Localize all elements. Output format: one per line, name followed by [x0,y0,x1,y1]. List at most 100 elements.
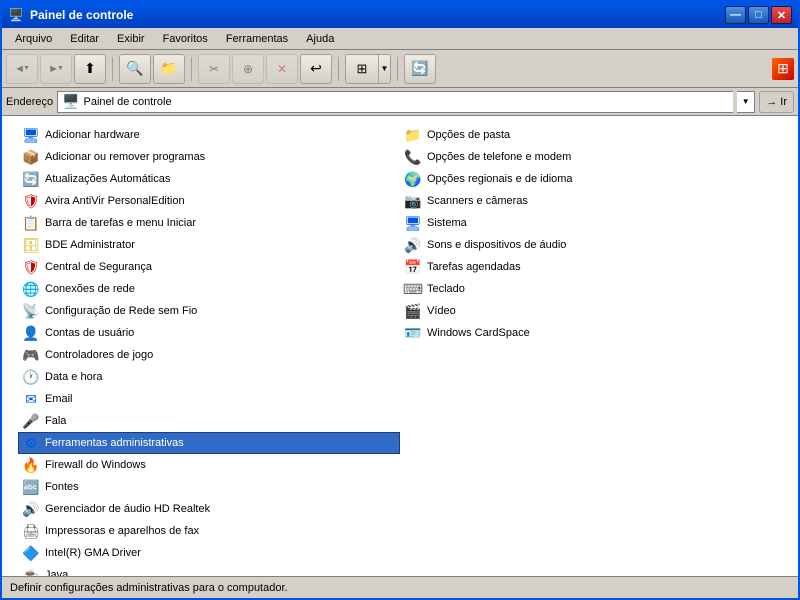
list-item-avira[interactable]: 🛡 Avira AntiVir PersonalEdition [18,190,400,212]
list-item-atualizacoes[interactable]: 🔄 Atualizações Automáticas [18,168,400,190]
list-item-config-rede-sem-fio[interactable]: 📡Configuração de Rede sem Fio [18,300,400,322]
titlebar: 🖥️ Painel de controle ― □ ✕ [2,2,798,28]
list-item-impressoras[interactable]: 🖨Impressoras e aparelhos de fax [18,520,400,542]
item-label-config-rede-sem-fio: Configuração de Rede sem Fio [45,305,197,317]
list-item-opcoes-telefone[interactable]: 📞Opções de telefone e modem [400,146,782,168]
titlebar-buttons: ― □ ✕ [725,6,792,24]
folders-button[interactable]: 📁 [153,54,185,84]
item-icon-atualizacoes: 🔄 [23,171,39,187]
item-label-java: Java [45,569,68,576]
views-dropdown[interactable]: ⊞ ▼ [345,54,391,84]
item-icon-controladores-jogo: 🎮 [23,347,39,363]
list-item-gerenciador-audio[interactable]: 🔊Gerenciador de áudio HD Realtek [18,498,400,520]
address-dropdown[interactable]: ▼ [737,91,755,113]
list-item-adicionar-hardware[interactable]: 🖥Adicionar hardware [18,124,400,146]
list-item-tarefas-agendadas[interactable]: 📅 Tarefas agendadas [400,256,782,278]
item-label-atualizacoes: Atualizações Automáticas [45,173,170,185]
address-value: Painel de controle [84,96,730,108]
main-window: 🖥️ Painel de controle ― □ ✕ Arquivo Edit… [0,0,800,600]
menu-editar[interactable]: Editar [61,30,108,48]
sep1 [112,57,113,81]
item-label-teclado: Teclado [427,283,465,295]
item-icon-scanners-cameras: 📷 [405,193,421,209]
menubar: Arquivo Editar Exibir Favoritos Ferramen… [2,28,798,50]
minimize-button[interactable]: ― [725,6,746,24]
views-arrow[interactable]: ▼ [378,54,390,84]
item-label-tarefas-agendadas: Tarefas agendadas [427,261,521,273]
item-label-opcoes-pasta: Opções de pasta [427,129,510,141]
list-item-opcoes-regionais[interactable]: 🌍Opções regionais e de idioma [400,168,782,190]
list-item-email[interactable]: ✉Email [18,388,400,410]
list-item-fala[interactable]: 🎤Fala [18,410,400,432]
list-item-scanners-cameras[interactable]: 📷Scanners e câmeras [400,190,782,212]
item-icon-video: 🎬 [405,303,421,319]
list-item-barra-tarefas[interactable]: 📋Barra de tarefas e menu Iniciar [18,212,400,234]
refresh-button[interactable]: 🔄 [404,54,436,84]
item-label-controladores-jogo: Controladores de jogo [45,349,153,361]
move-button[interactable]: ✂ [198,54,230,84]
views-icon: ⊞ [346,54,378,84]
go-button[interactable]: → Ir [759,91,794,113]
list-item-contas-usuario[interactable]: 👤Contas de usuário [18,322,400,344]
window-title: Painel de controle [30,8,725,22]
item-icon-windows-cardspace: 🪪 [405,325,421,341]
list-item-fontes[interactable]: 🔤Fontes [18,476,400,498]
item-icon-avira: 🛡 [23,193,39,209]
close-button[interactable]: ✕ [771,6,792,24]
address-label: Endereço [6,96,53,108]
item-icon-email: ✉ [23,391,39,407]
delete-button[interactable]: ✕ [266,54,298,84]
list-item-adicionar-remover[interactable]: 📦Adicionar ou remover programas [18,146,400,168]
list-item-data-hora[interactable]: 🕐Data e hora [18,366,400,388]
window-icon: 🖥️ [8,7,24,23]
undo-button[interactable]: ↩ [300,54,332,84]
item-label-video: Vídeo [427,305,456,317]
item-icon-ferramentas-admin: ⚙ [23,435,39,451]
right-column: 📁Opções de pasta📞Opções de telefone e mo… [400,124,782,576]
item-label-contas-usuario: Contas de usuário [45,327,134,339]
item-icon-sistema: 🖥 [405,215,421,231]
up-button[interactable]: ⬆ [74,54,106,84]
item-label-impressoras: Impressoras e aparelhos de fax [45,525,199,537]
list-item-bde-admin[interactable]: 🗄BDE Administrator [18,234,400,256]
forward-button[interactable]: ► ▼ [40,54,72,84]
menu-exibir[interactable]: Exibir [108,30,154,48]
item-label-intel-gma: Intel(R) GMA Driver [45,547,141,559]
list-item-teclado[interactable]: ⌨Teclado [400,278,782,300]
menu-ajuda[interactable]: Ajuda [297,30,343,48]
list-item-controladores-jogo[interactable]: 🎮 Controladores de jogo [18,344,400,366]
item-icon-gerenciador-audio: 🔊 [23,501,39,517]
search-button[interactable]: 🔍 [119,54,151,84]
menu-ferramentas[interactable]: Ferramentas [217,30,297,48]
copy-button[interactable]: ⊕ [232,54,264,84]
list-item-video[interactable]: 🎬 Vídeo [400,300,782,322]
item-label-bde-admin: BDE Administrator [45,239,135,251]
list-item-sons-dispositivos[interactable]: 🔊Sons e dispositivos de áudio [400,234,782,256]
list-item-ferramentas-admin[interactable]: ⚙ Ferramentas administrativas [18,432,400,454]
item-icon-adicionar-hardware: 🖥 [23,127,39,143]
menu-arquivo[interactable]: Arquivo [6,30,61,48]
item-icon-barra-tarefas: 📋 [23,215,39,231]
list-item-windows-cardspace[interactable]: 🪪 Windows CardSpace [400,322,782,344]
item-icon-tarefas-agendadas: 📅 [405,259,421,275]
left-column: 🖥Adicionar hardware📦Adicionar ou remover… [18,124,400,576]
list-item-conexoes-rede[interactable]: 🌐Conexões de rede [18,278,400,300]
item-label-ferramentas-admin: Ferramentas administrativas [45,437,184,449]
list-item-sistema[interactable]: 🖥Sistema [400,212,782,234]
back-button[interactable]: ◄ ▼ [6,54,38,84]
go-label: Ir [780,96,787,108]
item-label-sons-dispositivos: Sons e dispositivos de áudio [427,239,566,251]
menu-favoritos[interactable]: Favoritos [154,30,217,48]
sep4 [397,57,398,81]
list-item-central-seguranca[interactable]: 🛡Central de Segurança [18,256,400,278]
status-text: Definir configurações administrativas pa… [10,582,288,594]
list-item-intel-gma[interactable]: 🔷Intel(R) GMA Driver [18,542,400,564]
maximize-button[interactable]: □ [748,6,769,24]
list-item-firewall-windows[interactable]: 🔥Firewall do Windows [18,454,400,476]
item-icon-fontes: 🔤 [23,479,39,495]
item-label-windows-cardspace: Windows CardSpace [427,327,530,339]
list-item-opcoes-pasta[interactable]: 📁Opções de pasta [400,124,782,146]
list-item-java[interactable]: ☕Java [18,564,400,576]
item-label-avira: Avira AntiVir PersonalEdition [45,195,185,207]
toolbar: ◄ ▼ ► ▼ ⬆ 🔍 📁 ✂ ⊕ ✕ ↩ [2,50,798,88]
